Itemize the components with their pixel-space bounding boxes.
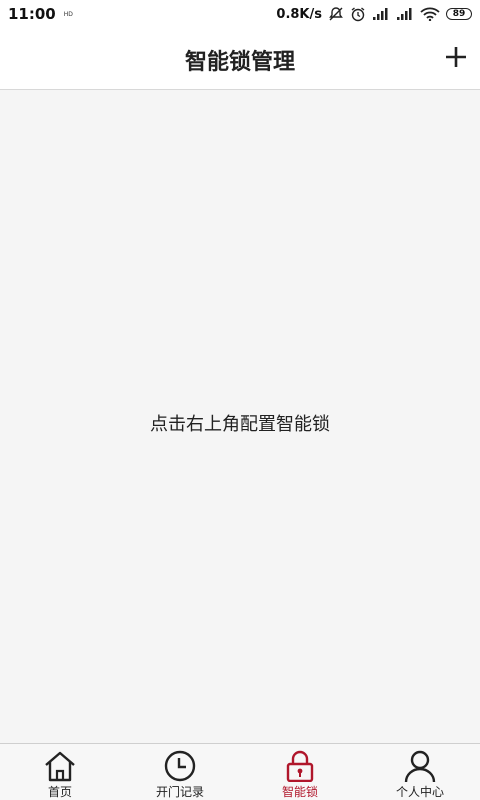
person-icon	[404, 750, 436, 782]
signal-icon	[396, 7, 414, 21]
plus-icon	[446, 47, 466, 67]
network-speed: 0.8K/s	[276, 6, 322, 22]
tab-smart-lock[interactable]: 智能锁	[240, 744, 360, 800]
tab-home[interactable]: 首页	[0, 744, 120, 800]
carrier-logo: HD	[63, 10, 73, 18]
tab-label: 个人中心	[395, 785, 444, 799]
bottom-tab-bar: 首页 开门记录 智能锁 个人中心	[0, 743, 480, 800]
signal-icon	[372, 7, 390, 21]
page-title: 智能锁管理	[184, 50, 295, 75]
tab-label: 智能锁	[281, 785, 318, 799]
main-content: 点击右上角配置智能锁	[0, 90, 480, 743]
add-lock-button[interactable]	[444, 45, 468, 69]
clock-icon	[164, 750, 196, 782]
status-bar: 11:00 HD 0.8K/s 89	[0, 0, 480, 28]
status-time: 11:00	[8, 5, 56, 23]
wifi-icon	[420, 7, 440, 21]
header: 智能锁管理	[0, 28, 480, 90]
alarm-icon	[350, 6, 366, 22]
tab-unlock-records[interactable]: 开门记录	[120, 744, 240, 800]
battery-icon: 89	[446, 8, 472, 20]
empty-state-hint: 点击右上角配置智能锁	[150, 414, 330, 435]
tab-label: 首页	[47, 785, 72, 799]
lock-icon	[286, 750, 314, 782]
home-icon	[45, 751, 75, 782]
battery-level: 89	[446, 8, 472, 20]
tab-profile[interactable]: 个人中心	[360, 744, 480, 800]
mute-icon	[328, 6, 344, 22]
tab-label: 开门记录	[155, 785, 204, 799]
